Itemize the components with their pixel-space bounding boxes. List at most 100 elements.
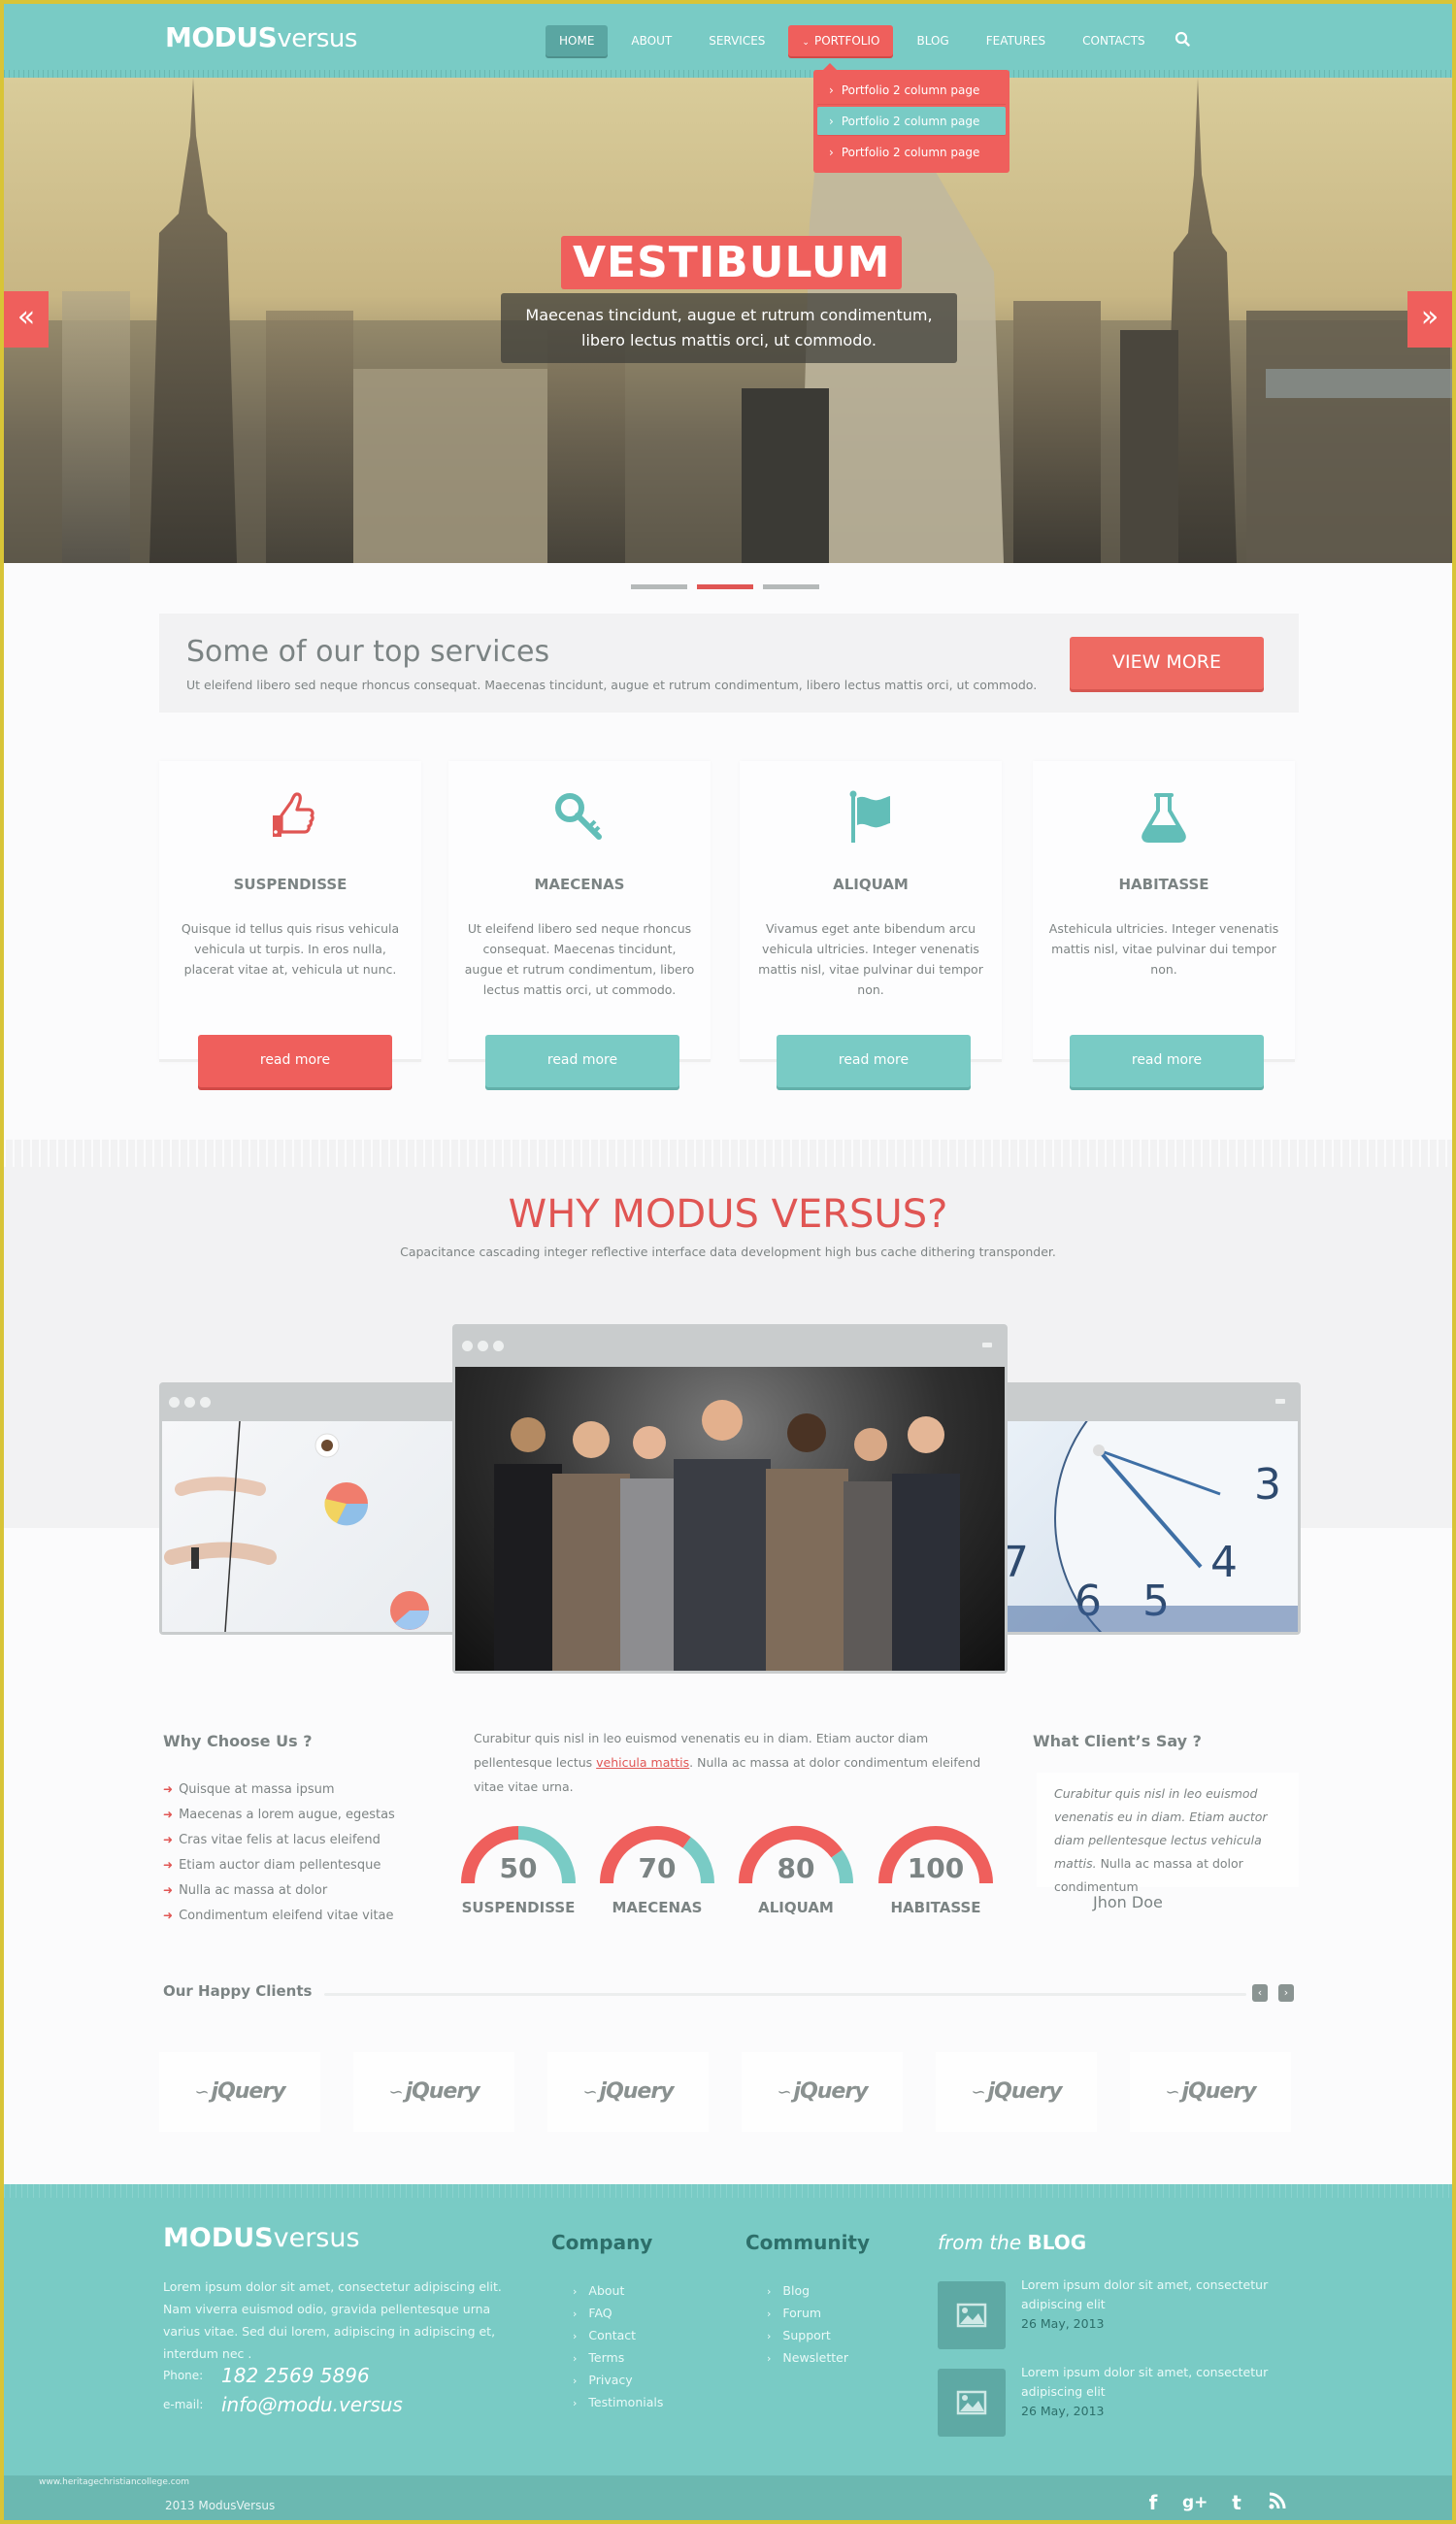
service-card: ALIQUAM Vivamus eget ante bibendum arcu … [740, 761, 1002, 1087]
slider-dot[interactable] [763, 584, 819, 589]
list-item: ➜ Condimentum eleifend vitae vitae [163, 1903, 395, 1928]
arrow-right-icon: ➜ [163, 1858, 174, 1872]
nav-home[interactable]: HOME [546, 25, 609, 56]
clients-prev-button[interactable]: ‹ [1252, 1984, 1268, 2002]
blog-post[interactable]: Lorem ipsum dolor sit amet, consectetur … [938, 2365, 1326, 2437]
hero-caption-line: libero lectus mattis orci, ut commodo. [581, 331, 877, 349]
slider-dot[interactable] [631, 584, 687, 589]
footer-link[interactable]: › Privacy [573, 2369, 663, 2391]
slider-pagination [631, 584, 819, 589]
nav-contacts[interactable]: CONTACTS [1069, 25, 1159, 56]
gauge-value: 100 [907, 1852, 965, 1884]
footer-link-label: Privacy [588, 2373, 633, 2387]
gauge-label: SUSPENDISSE [461, 1899, 576, 1916]
window-bar [452, 1324, 1008, 1367]
nav-portfolio[interactable]: ⌄ PORTFOLIO [788, 25, 894, 56]
footer-link[interactable]: › Support [767, 2324, 848, 2346]
view-more-button[interactable]: VIEW MORE [1070, 637, 1264, 689]
client-logo[interactable]: ∽ jQuery [1130, 2052, 1291, 2132]
window-dot [478, 1341, 488, 1351]
page: MODUSversus HOME ABOUT SERVICES ⌄ PORTFOL… [4, 4, 1452, 2520]
list-item-text: Cras vitae felis at lacus eleifend [179, 1833, 381, 1847]
image-placeholder-icon [938, 2281, 1006, 2349]
client-logo-text: jQuery [987, 2079, 1063, 2104]
card-title: SUSPENDISSE [233, 876, 347, 893]
client-logo[interactable]: ∽ jQuery [936, 2052, 1097, 2132]
slider-next-button[interactable]: » [1407, 291, 1452, 348]
footer-link[interactable]: › Terms [573, 2346, 663, 2369]
clients-title: Our Happy Clients [163, 1982, 313, 2000]
dropdown-item-label: Portfolio 2 column page [841, 115, 980, 128]
clock-image: 34567 [997, 1421, 1298, 1632]
read-more-button[interactable]: read more [1070, 1035, 1264, 1087]
logo-light: versus [277, 24, 357, 53]
hero-caption-line: Maecenas tincidunt, augue et rutrum cond… [525, 306, 933, 324]
logo[interactable]: MODUSversus [165, 21, 357, 53]
testimonial-author: Jhon Doe [1093, 1893, 1163, 1911]
footer-link[interactable]: › Contact [573, 2324, 663, 2346]
email-address[interactable]: info@modu.versus [221, 2393, 403, 2416]
nav-portfolio-label: PORTFOLIO [813, 34, 880, 48]
dropdown-item[interactable]: › Portfolio 2 column page [817, 76, 1006, 105]
client-logo[interactable]: ∽ jQuery [353, 2052, 514, 2132]
services-title: Some of our top services [186, 635, 550, 669]
company-title: Company [551, 2231, 653, 2254]
client-logo-text: jQuery [599, 2079, 675, 2104]
jquery-swirl-icon: ∽ [388, 2082, 403, 2103]
chevron-right-icon: › [573, 2308, 578, 2320]
footer-link[interactable]: › FAQ [573, 2302, 663, 2324]
footer-logo-light: versus [273, 2223, 360, 2253]
facebook-icon[interactable]: f [1142, 2491, 1165, 2514]
phone-number[interactable]: 182 2569 5896 [221, 2364, 370, 2387]
hero-title: VESTIBULUM [561, 236, 903, 289]
client-logo[interactable]: ∽ jQuery [547, 2052, 709, 2132]
rss-icon[interactable] [1266, 2491, 1289, 2514]
list-item-text: Etiam auctor diam pellentesque [179, 1858, 381, 1873]
client-logo-text: jQuery [405, 2079, 480, 2104]
list-item: ➜ Quisque at massa ipsum [163, 1777, 395, 1802]
footer-link[interactable]: › Blog [767, 2279, 848, 2302]
chevron-right-icon: › [573, 2397, 578, 2409]
client-logo[interactable]: ∽ jQuery [159, 2052, 320, 2132]
read-more-button[interactable]: read more [777, 1035, 971, 1087]
arrow-right-icon: ➜ [163, 1782, 174, 1796]
slider-dot-active[interactable] [697, 584, 753, 589]
vehicula-mattis-link[interactable]: vehicula mattis [596, 1755, 689, 1770]
blog-post[interactable]: Lorem ipsum dolor sit amet, consectetur … [938, 2277, 1326, 2349]
chevron-right-icon: › [829, 146, 834, 159]
footer-link[interactable]: › About [573, 2279, 663, 2302]
footer-link[interactable]: › Testimonials [573, 2391, 663, 2413]
search-icon[interactable] [1175, 31, 1190, 50]
google-plus-icon[interactable]: g+ [1182, 2491, 1208, 2514]
client-logo-text: jQuery [211, 2079, 286, 2104]
why-choose-title: Why Choose Us ? [163, 1732, 313, 1750]
dropdown-item[interactable]: › Portfolio 2 column page [817, 138, 1006, 167]
client-logo[interactable]: ∽ jQuery [742, 2052, 903, 2132]
logo-bold: MODUS [165, 21, 278, 53]
testimonial-title: What Client’s Say ? [1033, 1732, 1202, 1750]
footer-logo[interactable]: MODUSversus [163, 2223, 360, 2253]
why-description: Curabitur quis nisl in leo euismod venen… [474, 1726, 998, 1799]
read-more-button[interactable]: read more [485, 1035, 679, 1087]
gauge-value: 50 [499, 1852, 538, 1884]
chevron-down-icon: ⌄ [802, 38, 810, 48]
phone-label: Phone: [163, 2369, 204, 2382]
footer-link-label: Testimonials [588, 2395, 664, 2409]
window-dot [169, 1397, 180, 1408]
blog-post-date: 26 May, 2013 [1021, 2316, 1105, 2331]
nav-features[interactable]: FEATURES [973, 25, 1059, 56]
nav-services[interactable]: SERVICES [695, 25, 778, 56]
card-title: ALIQUAM [833, 876, 909, 893]
read-more-button[interactable]: read more [198, 1035, 392, 1087]
nav-blog[interactable]: BLOG [903, 25, 962, 56]
slider-prev-button[interactable]: « [4, 291, 49, 348]
twitter-icon[interactable]: t [1225, 2491, 1248, 2514]
window-bar [159, 1382, 466, 1421]
footer-link[interactable]: › Forum [767, 2302, 848, 2324]
clients-next-button[interactable]: › [1278, 1984, 1294, 2002]
dropdown-item-active[interactable]: › Portfolio 2 column page [817, 107, 1006, 136]
footer-link[interactable]: › Newsletter [767, 2346, 848, 2369]
nav-about[interactable]: ABOUT [617, 25, 685, 56]
band-ticks [4, 1140, 1452, 1167]
jquery-swirl-icon: ∽ [971, 2082, 985, 2103]
